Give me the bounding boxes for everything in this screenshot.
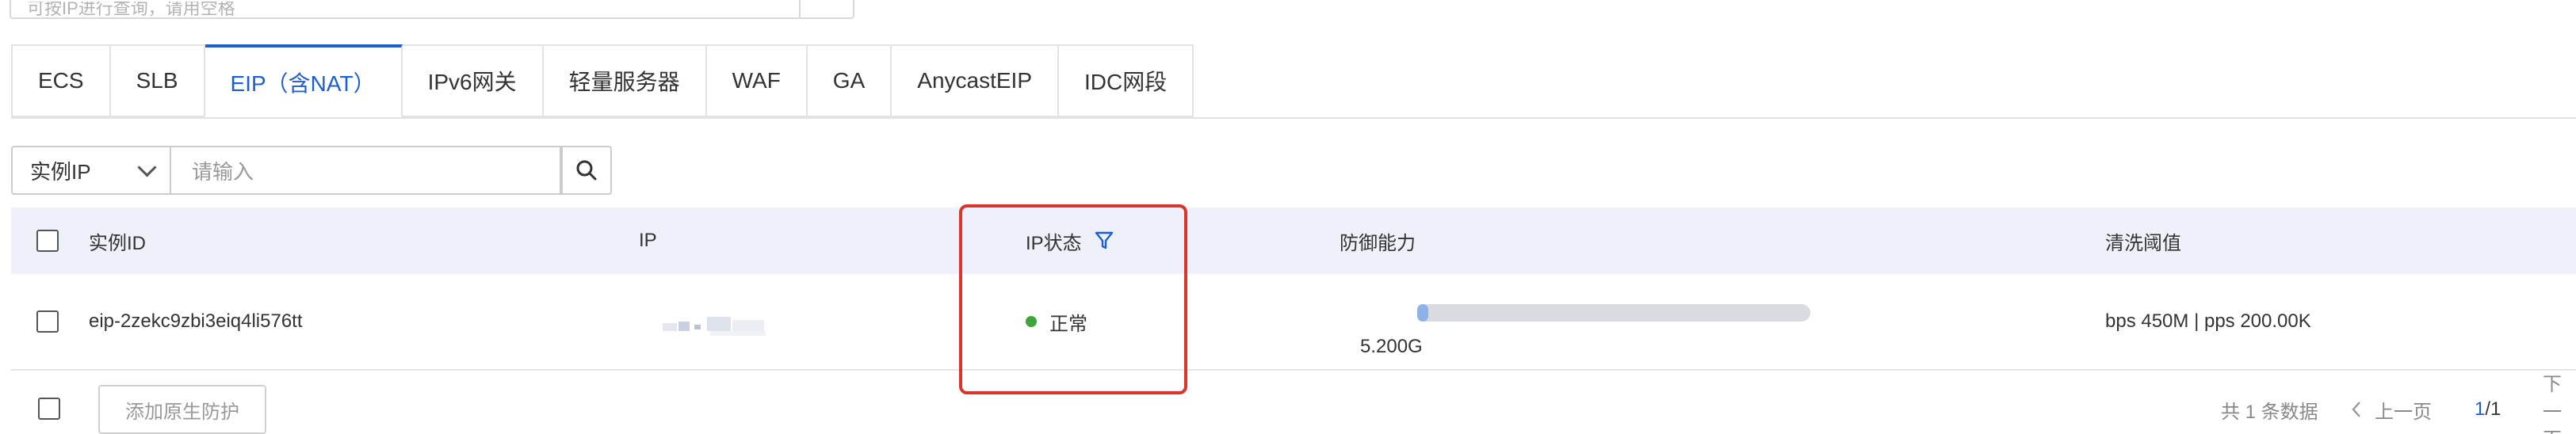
total-pages: /1 (2485, 398, 2501, 420)
search-icon (576, 160, 597, 181)
total-count: 共 1 条数据 (2221, 401, 2318, 423)
header-instance-id: 实例ID (89, 232, 146, 254)
tab-eip[interactable]: EIP（含NAT） (204, 44, 403, 119)
search-button[interactable] (561, 146, 612, 195)
tab-ipv6-gateway[interactable]: IPv6网关 (402, 46, 544, 117)
add-native-protection-button[interactable]: 添加原生防护 (98, 385, 266, 434)
page-indicator: 1 /1 (2475, 385, 2501, 434)
defense-progress-track (1417, 304, 1810, 322)
prev-page-label: 上一页 (2375, 401, 2432, 423)
filter-bar: 实例IP 请输入 (11, 146, 612, 195)
tab-slb[interactable]: SLB (110, 46, 205, 117)
prev-page-link[interactable]: 上一页 (2349, 385, 2432, 434)
row-checkbox[interactable] (36, 310, 59, 333)
next-page-link[interactable]: 下一页 (2543, 374, 2576, 434)
header-ip-status: IP状态 (1026, 232, 1082, 254)
filter-field-value: 实例IP (30, 159, 91, 184)
chevron-down-icon (137, 157, 157, 177)
top-search-button[interactable] (799, 0, 853, 17)
tab-lightweight-server[interactable]: 轻量服务器 (543, 46, 707, 117)
filter-field-select[interactable]: 实例IP (11, 146, 171, 195)
tab-waf[interactable]: WAF (706, 46, 808, 117)
current-page: 1 (2475, 398, 2486, 420)
footer-select-all-checkbox[interactable] (38, 398, 60, 420)
row-checkbox-cell (36, 274, 59, 369)
defense-value: 5.200G (1360, 336, 1423, 357)
row-instance-id: eip-2zekc9zbi3eiq4li576tt (89, 310, 303, 332)
status-dot-icon (1026, 316, 1037, 327)
table-row: eip-2zekc9zbi3eiq4li576tt 正常 bps 450M | … (11, 274, 2576, 371)
chevron-left-icon (2352, 402, 2360, 417)
row-status-cell: 正常 (1026, 274, 1087, 369)
table-header: 实例ID IP IP状态 防御能力 清洗阈值 (11, 207, 2576, 276)
tab-idc-segment[interactable]: IDC网段 (1059, 46, 1194, 117)
tab-anycast-eip[interactable]: AnycastEIP (892, 46, 1059, 117)
filter-input-placeholder: 请输入 (192, 159, 254, 184)
header-defense: 防御能力 (1340, 232, 1416, 254)
filter-funnel-icon[interactable] (1095, 230, 1114, 251)
top-search-input[interactable]: 可按IP进行查询，请用空格 (10, 0, 854, 19)
defense-progress-fill (1417, 304, 1428, 322)
tab-ecs[interactable]: ECS (13, 46, 111, 117)
resource-tabs: ECS SLB EIP（含NAT） IPv6网关 轻量服务器 WAF GA An… (11, 44, 1194, 119)
page: 可按IP进行查询，请用空格 ECS SLB EIP（含NAT） IPv6网关 轻… (0, 0, 2576, 434)
defense-progress-bar (1417, 304, 1810, 323)
header-threshold: 清洗阈值 (2105, 232, 2181, 254)
row-status: 正常 (1049, 313, 1087, 335)
header-ip-status-cell: IP状态 (1026, 207, 1114, 274)
select-all-checkbox[interactable] (36, 230, 59, 252)
redacted-ip (663, 317, 766, 336)
tab-ga[interactable]: GA (807, 46, 892, 117)
tabs-divider (11, 117, 2576, 119)
filter-input[interactable]: 请输入 (171, 146, 561, 195)
table-footer: 添加原生防护 共 1 条数据 上一页 1 /1 下一页 (11, 374, 2576, 434)
top-search-placeholder: 可按IP进行查询，请用空格 (27, 2, 235, 17)
select-all-cell (36, 207, 59, 274)
row-threshold: bps 450M | pps 200.00K (2105, 310, 2311, 332)
header-ip: IP (639, 230, 657, 251)
